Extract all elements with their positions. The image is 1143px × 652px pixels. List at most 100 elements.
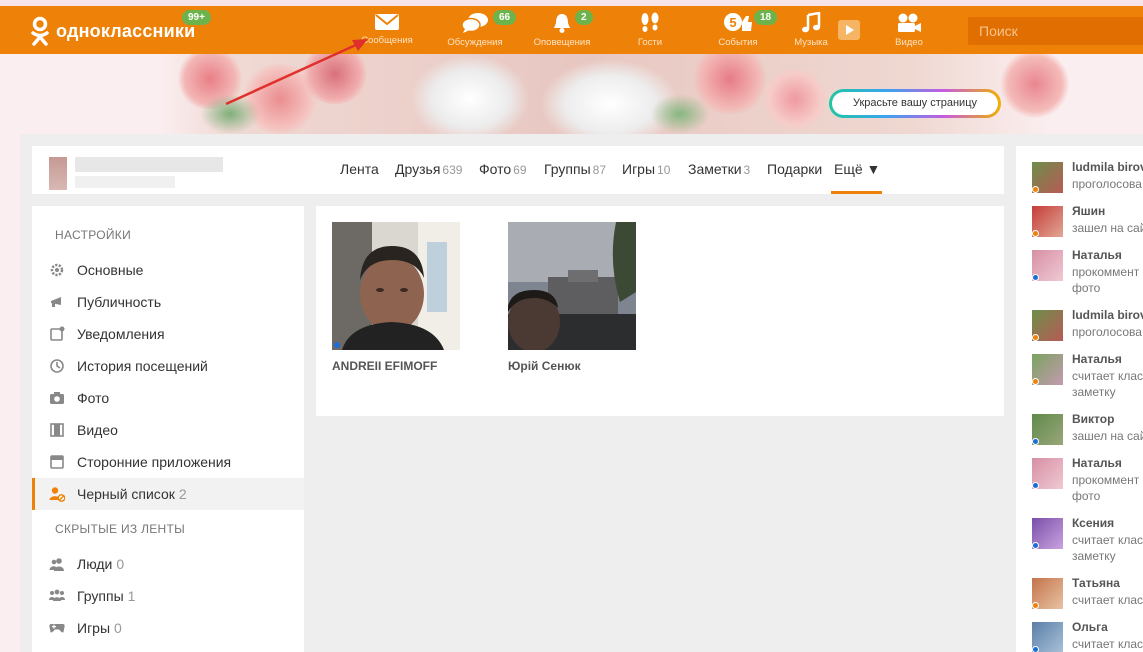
svg-text:5: 5: [729, 15, 736, 30]
sidebar-item-blacklist[interactable]: Черный список 2: [32, 478, 304, 510]
tab-games[interactable]: Игры 10: [622, 161, 670, 177]
user-photo[interactable]: [332, 222, 460, 350]
profile-tabs: Лента Друзья 639 Фото 69 Группы 87 Игры 10 З…: [236, 146, 1004, 194]
nav-label: Видео: [895, 37, 923, 48]
feed-user-name[interactable]: Наталья: [1072, 248, 1122, 262]
feed-action: зашел на сай: [1072, 221, 1143, 235]
sidebar-item-hidden-people[interactable]: Люди 0: [32, 548, 304, 580]
ok-logo[interactable]: одноклассники: [30, 16, 195, 46]
blacklist-user-card[interactable]: Юрій Сенюк: [508, 222, 636, 373]
tab-photos[interactable]: Фото 69: [479, 161, 527, 177]
tab-groups[interactable]: Группы 87: [544, 161, 606, 177]
item-count: 2: [178, 486, 187, 502]
tab-label: Фото: [479, 161, 512, 177]
sidebar-item-label: Игры 0: [77, 620, 122, 636]
user-name[interactable]: Юрій Сенюк: [508, 359, 636, 373]
avatar[interactable]: [49, 157, 67, 190]
blacklist-user-card[interactable]: ANDREII EFIMOFF: [332, 222, 460, 373]
logo-text: одноклассники: [56, 20, 196, 41]
sidebar-item-label: Группы 1: [77, 588, 135, 604]
tab-friends[interactable]: Друзья 639: [395, 161, 462, 177]
profile-card[interactable]: [32, 146, 236, 194]
feed-user-name[interactable]: Ольга: [1072, 620, 1108, 634]
user-portrait: [332, 222, 460, 350]
settings-sidebar: НАСТРОЙКИ Основные Публичность Уведомлен…: [32, 206, 304, 652]
sidebar-item-apps[interactable]: Сторонние приложения: [32, 446, 304, 478]
sidebar-item-hidden-games[interactable]: Игры 0: [32, 612, 304, 644]
gear-icon: [50, 263, 64, 277]
play-icon: [846, 25, 854, 35]
feed-user-name[interactable]: Татьяна: [1072, 576, 1120, 590]
nav-messages[interactable]: Сообщения: [352, 12, 422, 54]
music-play-button[interactable]: [838, 20, 860, 40]
footprints-icon: [641, 12, 659, 32]
feed-action: прокоммент фото: [1072, 472, 1139, 504]
feed-user-name[interactable]: Яшин: [1072, 204, 1105, 218]
tab-feed[interactable]: Лента: [340, 161, 379, 177]
sidebar-item-notifications[interactable]: Уведомления: [32, 318, 304, 350]
tab-gifts[interactable]: Подарки: [767, 161, 822, 177]
feed-user-name[interactable]: Ксения: [1072, 516, 1114, 530]
user-name[interactable]: ANDREII EFIMOFF: [332, 359, 460, 373]
online-indicator: [334, 342, 340, 348]
feed-user-name[interactable]: Виктор: [1072, 412, 1114, 426]
tab-label: Группы: [544, 161, 591, 177]
sidebar-item-history[interactable]: История посещений: [32, 350, 304, 382]
user-photo[interactable]: [508, 222, 636, 350]
tab-notes[interactable]: Заметки 3: [688, 161, 750, 177]
nav-music[interactable]: Музыка: [776, 12, 846, 54]
sidebar-item-main[interactable]: Основные: [32, 254, 304, 286]
tab-count: 639: [442, 163, 463, 177]
leaf-decoration: [650, 94, 710, 134]
sidebar-item-label: Уведомления: [77, 326, 165, 342]
sidebar-item-label: Черный список 2: [77, 486, 187, 502]
feed-user-name[interactable]: ludmila birov: [1072, 160, 1143, 174]
film-icon: [50, 423, 64, 437]
tab-count: 69: [513, 163, 527, 177]
events-badge: 18: [753, 9, 779, 26]
nav-video[interactable]: Видео: [874, 12, 944, 54]
rose-decoration: [1000, 54, 1070, 119]
action-line: фото: [1072, 489, 1101, 503]
sidebar-item-label: Основные: [77, 262, 144, 278]
bell-icon: [554, 14, 570, 33]
feed-user-name[interactable]: Наталья: [1072, 456, 1122, 470]
nav-label: Гости: [637, 37, 663, 48]
feed-user-name[interactable]: ludmila birov: [1072, 308, 1143, 322]
feed-action: считает клас заметку: [1072, 532, 1143, 564]
nav-guests[interactable]: Гости: [615, 12, 685, 54]
settings-section-title: НАСТРОЙКИ: [55, 228, 132, 242]
item-count: 0: [114, 620, 122, 636]
status-dot: [1032, 542, 1039, 549]
tab-count: 10: [657, 163, 671, 177]
blacklist-panel: ANDREII EFIMOFF Юрій Сенюк: [316, 206, 1004, 416]
status-dot: [1032, 334, 1039, 341]
feed-action: зашел на сай: [1072, 429, 1143, 443]
sidebar-item-publicity[interactable]: Публичность: [32, 286, 304, 318]
tab-count: 3: [743, 163, 751, 177]
events-icon: 5: [724, 13, 752, 31]
nav-label: Оповещения: [533, 37, 591, 48]
sidebar-item-photo[interactable]: Фото: [32, 382, 304, 414]
sidebar-item-label: Сторонние приложения: [77, 454, 232, 470]
sidebar-item-hidden-groups[interactable]: Группы 1: [32, 580, 304, 612]
nav-label: Музыка: [794, 37, 828, 48]
sidebar-item-video[interactable]: Видео: [32, 414, 304, 446]
history-icon: [50, 359, 64, 373]
logo-badge: 99+: [181, 9, 212, 26]
label-text: Черный список: [77, 486, 175, 502]
nav-label: Сообщения: [361, 35, 413, 46]
blocked-user-icon: [49, 487, 65, 502]
friends-activity-feed: ludmila birov проголосова Яшин зашел на …: [1016, 146, 1143, 652]
status-dot: [1032, 438, 1039, 445]
discussions-badge: 66: [492, 9, 518, 26]
people-icon: [49, 558, 64, 571]
tab-more[interactable]: Ещё ▼: [834, 161, 880, 177]
user-portrait: [508, 222, 636, 350]
feed-user-name[interactable]: Наталья: [1072, 352, 1122, 366]
nav-label: События: [718, 37, 758, 48]
nav-label: Обсуждения: [447, 37, 503, 48]
feed-action: проголосова: [1072, 177, 1142, 191]
search-input[interactable]: Поиск: [968, 17, 1143, 45]
decorate-page-button[interactable]: Украсьте вашу страницу: [829, 89, 1001, 118]
